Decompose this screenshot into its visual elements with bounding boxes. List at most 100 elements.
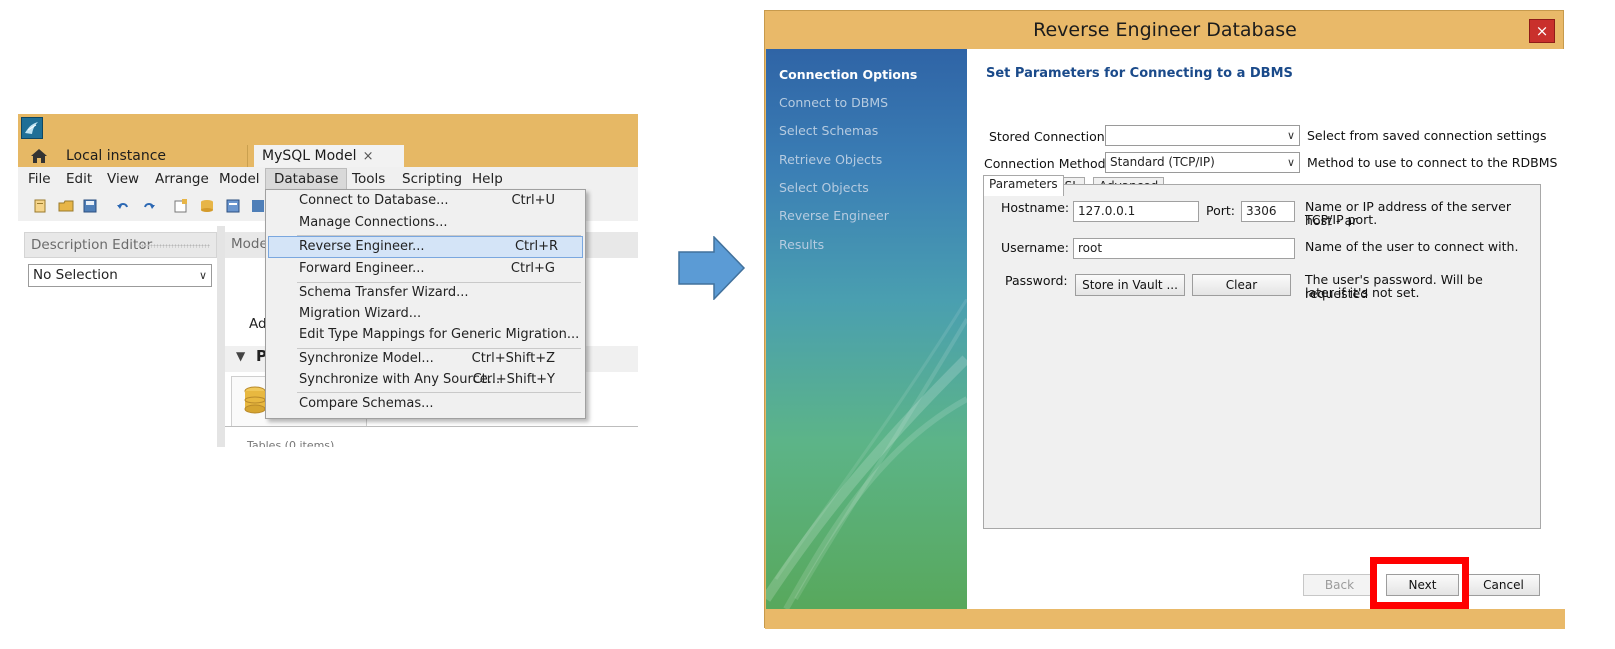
description-editor-body[interactable] <box>24 296 217 447</box>
database-menu: Connect to Database... Ctrl+U Manage Conn… <box>265 189 586 419</box>
menu-item-manage-connections[interactable]: Manage Connections... <box>268 213 583 235</box>
save-icon[interactable] <box>82 198 98 214</box>
step-reverse-engineer: Reverse Engineer <box>779 208 889 223</box>
menu-item-reverse-engineer[interactable]: Reverse Engineer... Ctrl+R <box>268 236 583 258</box>
chevron-down-icon: ∨ <box>198 269 207 282</box>
connection-method-select[interactable]: Standard (TCP/IP) ∨ <box>1105 152 1300 173</box>
description-editor-header: Description Editor <box>24 232 217 258</box>
close-icon[interactable]: × <box>1529 19 1555 43</box>
menu-item-compare-schemas[interactable]: Compare Schemas... <box>268 394 583 416</box>
step-connect-to-dbms: Connect to DBMS <box>779 95 889 110</box>
stored-connection-hint: Select from saved connection settings <box>1307 128 1547 143</box>
tab-mysql-model[interactable]: MySQL Model × <box>254 145 404 167</box>
menu-item-synchronize-any-source[interactable]: Synchronize with Any Source... Ctrl+Shift… <box>268 370 583 392</box>
clear-button[interactable]: Clear <box>1192 274 1291 296</box>
menu-scripting[interactable]: Scripting <box>402 171 462 187</box>
step-select-schemas: Select Schemas <box>779 123 879 138</box>
menu-item-forward-engineer[interactable]: Forward Engineer... Ctrl+G <box>268 259 583 281</box>
panel-grip[interactable] <box>138 244 210 248</box>
menu-item-connect[interactable]: Connect to Database... Ctrl+U <box>268 191 583 213</box>
menu-item-edit-type-mappings[interactable]: Edit Type Mappings for Generic Migration… <box>268 325 583 347</box>
chevron-down-icon: ∨ <box>1286 129 1295 142</box>
menu-item-label: Synchronize with Any Source... <box>299 372 501 387</box>
menu-item-label: Connect to Database... <box>299 193 449 208</box>
menu-model[interactable]: Model <box>219 171 260 187</box>
menu-edit[interactable]: Edit <box>66 171 92 187</box>
open-folder-icon[interactable] <box>58 198 74 214</box>
tab-parameters[interactable]: Parameters <box>983 175 1064 196</box>
username-hint: Name of the user to connect with. <box>1305 239 1519 254</box>
menu-item-label: Edit Type Mappings for Generic Migration… <box>299 327 580 342</box>
hostname-label: Hostname: <box>1001 200 1070 215</box>
hostname-hint-line2: TCP/IP port. <box>1305 212 1378 227</box>
menu-item-label: Manage Connections... <box>299 215 448 230</box>
tables-count: Tables (0 items) <box>247 439 335 447</box>
add-diagram-icon[interactable] <box>173 198 189 214</box>
hostname-input[interactable]: 127.0.0.1 <box>1073 201 1199 222</box>
step-connection-options: Connection Options <box>779 67 918 82</box>
menu-item-schema-transfer[interactable]: Schema Transfer Wizard... <box>268 283 583 305</box>
page-title: Set Parameters for Connecting to a DBMS <box>986 66 1293 81</box>
add-diagram-label: Ad <box>249 316 267 332</box>
decorative-swoosh <box>766 299 967 609</box>
step-results: Results <box>779 237 825 252</box>
database-icon <box>244 386 266 414</box>
menu-item-label: Reverse Engineer... <box>299 239 425 254</box>
redo-icon[interactable] <box>141 198 157 214</box>
wizard-steps-sidebar: Connection Options Connect to DBMS Selec… <box>766 49 967 609</box>
home-icon[interactable] <box>26 147 52 165</box>
tab-local-instance[interactable]: Local instance MySQL57× <box>58 145 248 186</box>
menu-item-shortcut: Ctrl+Shift+Z <box>471 351 555 366</box>
menu-item-label: Schema Transfer Wizard... <box>299 285 469 300</box>
username-input[interactable]: root <box>1073 238 1295 259</box>
selection-value: No Selection <box>33 267 118 283</box>
menu-item-shortcut: Ctrl+U <box>511 193 555 208</box>
connection-method-value: Standard (TCP/IP) <box>1110 155 1215 169</box>
add-view-icon[interactable] <box>225 198 241 214</box>
next-button-highlight <box>1370 557 1469 609</box>
stored-connection-select[interactable]: ∨ <box>1105 125 1300 146</box>
menu-item-label: Forward Engineer... <box>299 261 425 276</box>
back-button[interactable]: Back <box>1303 574 1376 596</box>
cancel-button[interactable]: Cancel <box>1467 574 1540 596</box>
right-arrow-icon <box>678 236 746 300</box>
collapse-triangle-icon[interactable]: ▼ <box>236 349 245 363</box>
reverse-engineer-dialog: Reverse Engineer Database × Connection O… <box>764 10 1565 629</box>
menu-item-synchronize-model[interactable]: Synchronize Model... Ctrl+Shift+Z <box>268 349 583 371</box>
menu-item-shortcut: Ctrl+G <box>510 261 555 276</box>
menu-item-shortcut: Ctrl+Shift+Y <box>472 372 555 387</box>
menu-view[interactable]: View <box>107 171 139 187</box>
undo-icon[interactable] <box>115 198 131 214</box>
menu-item-shortcut: Ctrl+R <box>514 239 558 254</box>
dialog-content: Set Parameters for Connecting to a DBMS … <box>967 49 1564 609</box>
menu-item-migration-wizard[interactable]: Migration Wizard... <box>268 304 583 326</box>
selection-dropdown[interactable]: No Selection ∨ <box>28 264 212 287</box>
add-table-icon[interactable] <box>199 198 215 214</box>
menu-arrange[interactable]: Arrange <box>155 171 209 187</box>
connection-method-label: Connection Method: <box>984 156 1110 171</box>
menu-help[interactable]: Help <box>472 171 503 187</box>
new-document-icon[interactable] <box>32 198 48 214</box>
close-icon[interactable]: × <box>363 149 374 164</box>
menubar: File Edit View Arrange Model Database To… <box>18 167 638 191</box>
menu-item-label: Migration Wizard... <box>299 306 422 321</box>
stored-connection-label: Stored Connection: <box>989 129 1109 144</box>
model-panel-title: Mode <box>231 236 268 252</box>
workbench-tabstrip: Local instance MySQL57× MySQL Model × <box>18 144 638 186</box>
add-routine-icon[interactable] <box>250 198 266 214</box>
menu-tools[interactable]: Tools <box>352 171 385 187</box>
connection-method-hint: Method to use to connect to the RDBMS <box>1307 155 1558 170</box>
panel-splitter[interactable] <box>217 226 225 447</box>
port-label: Port: <box>1206 203 1235 218</box>
description-editor-title: Description Editor <box>31 237 153 253</box>
port-input[interactable]: 3306 <box>1241 201 1295 222</box>
store-in-vault-button[interactable]: Store in Vault ... <box>1075 274 1185 296</box>
menu-database[interactable]: Database <box>265 168 348 190</box>
username-label: Username: <box>1001 240 1069 255</box>
menu-item-label: Synchronize Model... <box>299 351 434 366</box>
menu-item-label: Compare Schemas... <box>299 396 434 411</box>
menu-separator <box>297 392 581 393</box>
chevron-down-icon: ∨ <box>1286 156 1295 169</box>
menu-file[interactable]: File <box>28 171 51 187</box>
password-hint-line2: later if it's not set. <box>1305 285 1420 300</box>
